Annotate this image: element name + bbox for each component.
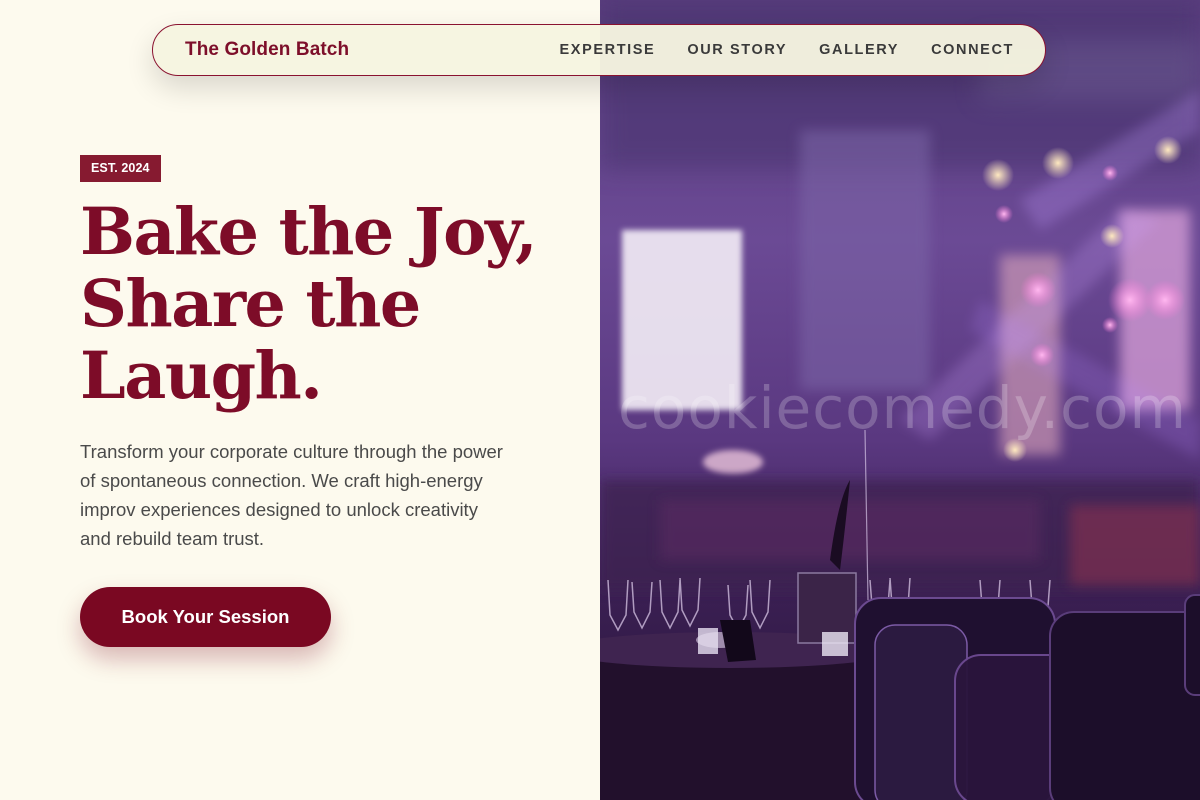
top-navbar: The Golden Batch EXPERTISE OUR STORY GAL…	[152, 24, 1046, 76]
headline-line-2: Share the	[80, 266, 421, 342]
nav-link-expertise[interactable]: EXPERTISE	[560, 42, 656, 58]
nav-link-connect[interactable]: CONNECT	[931, 42, 1014, 58]
headline-line-1: Bake the Joy,	[80, 194, 538, 270]
nav-link-gallery[interactable]: GALLERY	[819, 42, 899, 58]
hero-description: Transform your corporate culture through…	[80, 441, 503, 549]
book-session-button[interactable]: Book Your Session	[80, 587, 331, 647]
nav-link-our-story[interactable]: OUR STORY	[687, 42, 787, 58]
nav-links: EXPERTISE OUR STORY GALLERY CONNECT	[560, 42, 1014, 58]
event-hall-illustration	[600, 0, 1200, 800]
established-badge: EST. 2024	[80, 155, 161, 182]
event-hall-photo: cookiecomedy.com	[600, 0, 1200, 800]
headline-line-3: Laugh.	[80, 338, 323, 414]
brand-logo-text[interactable]: The Golden Batch	[185, 39, 349, 61]
hero-headline: Bake the Joy, Share the Laugh.	[80, 196, 600, 412]
